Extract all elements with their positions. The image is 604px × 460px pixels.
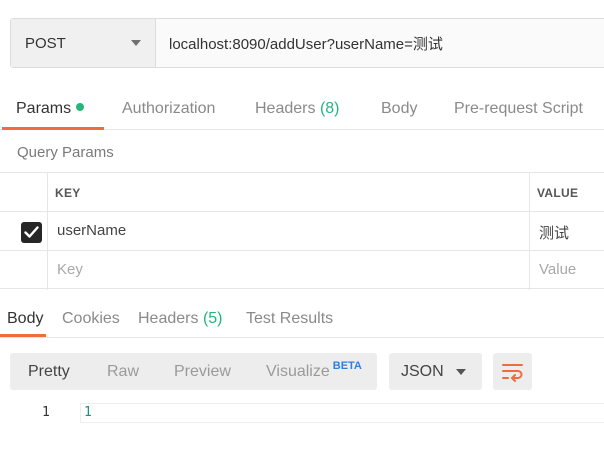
tab-response-headers-count: (5) <box>202 310 223 327</box>
tab-response-body[interactable]: Body <box>7 310 43 328</box>
tab-test-results-label: Test Results <box>246 310 334 327</box>
response-tabs: Body Cookies Headers (5) Test Results <box>0 302 604 338</box>
params-table: KEY VALUE userName 测试 Key Value <box>0 172 604 290</box>
format-label: JSON <box>401 363 444 380</box>
key-column-header: KEY <box>55 186 81 200</box>
tab-response-body-label: Body <box>7 310 44 327</box>
active-tab-indicator <box>2 127 104 130</box>
pretty-button[interactable]: Pretty <box>28 363 70 381</box>
tab-cookies[interactable]: Cookies <box>62 310 120 328</box>
param-value-cell[interactable]: 测试 <box>539 222 569 243</box>
tab-authorization[interactable]: Authorization <box>122 100 215 118</box>
line-number: 1 <box>42 405 50 420</box>
method-select[interactable]: POST <box>11 19 156 67</box>
tab-cookies-label: Cookies <box>62 310 120 327</box>
tab-body[interactable]: Body <box>381 100 417 118</box>
column-divider <box>47 173 48 290</box>
wrap-lines-button[interactable] <box>493 353 532 390</box>
query-params-title: Query Params <box>17 144 114 161</box>
request-bar: POST localhost:8090/addUser?userName=测试 <box>10 18 604 68</box>
request-tabs: Params Authorization Headers (8) Body Pr… <box>0 90 604 130</box>
key-placeholder[interactable]: Key <box>57 261 83 278</box>
visualize-label: Visualize <box>266 363 330 380</box>
table-row: userName 测试 <box>0 212 604 251</box>
tab-pre-request-label: Pre-request Script <box>454 100 583 117</box>
response-editor[interactable]: 1 1 <box>0 400 604 460</box>
tab-response-headers[interactable]: Headers (5) <box>138 310 223 328</box>
url-text: localhost:8090/addUser?userName=测试 <box>169 35 443 53</box>
beta-badge: BETA <box>332 360 362 372</box>
table-header-row: KEY VALUE <box>0 173 604 212</box>
tab-authorization-label: Authorization <box>122 100 216 117</box>
status-dot-icon <box>76 103 85 111</box>
chevron-down-icon <box>456 369 466 375</box>
raw-button[interactable]: Raw <box>107 363 139 381</box>
param-enabled-checkbox[interactable] <box>21 222 42 243</box>
preview-button[interactable]: Preview <box>174 363 231 381</box>
response-content: 1 <box>84 405 92 420</box>
format-select[interactable]: JSON <box>389 353 482 390</box>
tab-headers-label: Headers <box>255 100 316 117</box>
value-placeholder[interactable]: Value <box>539 261 576 278</box>
url-input[interactable]: localhost:8090/addUser?userName=测试 <box>156 19 604 67</box>
tab-test-results[interactable]: Test Results <box>246 310 333 328</box>
param-key-cell[interactable]: userName <box>57 222 126 239</box>
tab-response-headers-label: Headers <box>138 310 199 327</box>
active-line-highlight <box>80 403 604 423</box>
response-active-tab-indicator <box>0 334 46 337</box>
tab-headers-count: (8) <box>319 100 340 117</box>
column-divider <box>529 173 530 290</box>
wrap-lines-icon <box>502 364 523 382</box>
tab-params[interactable]: Params <box>16 100 85 118</box>
tab-body-label: Body <box>381 100 418 117</box>
tab-params-label: Params <box>16 100 72 117</box>
method-label: POST <box>25 34 66 52</box>
view-mode-group: Pretty Raw Preview Visualize BETA <box>10 353 377 390</box>
value-column-header: VALUE <box>537 186 579 200</box>
visualize-button[interactable]: Visualize BETA <box>266 360 362 381</box>
tab-pre-request-script[interactable]: Pre-request Script <box>454 100 583 118</box>
table-row-empty: Key Value <box>0 251 604 290</box>
chevron-down-icon <box>131 40 141 46</box>
tab-headers[interactable]: Headers (8) <box>255 100 340 118</box>
checkmark-icon <box>24 226 39 238</box>
